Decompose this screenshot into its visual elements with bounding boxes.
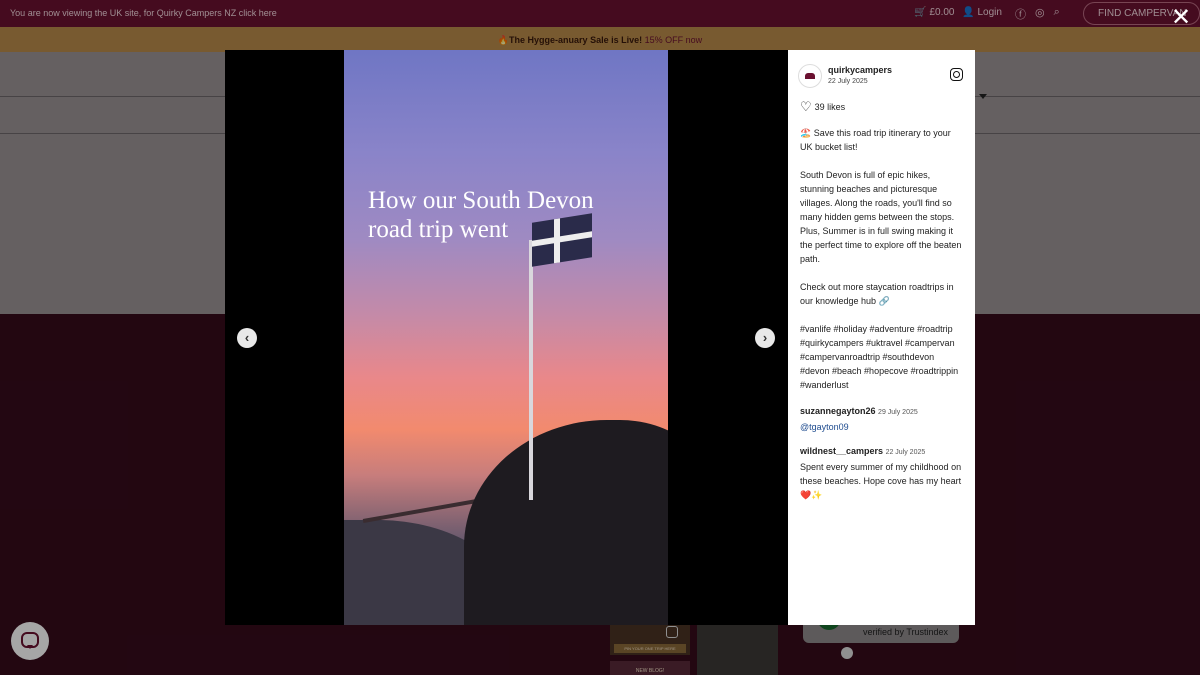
video-flagpole — [529, 240, 533, 500]
instagram-icon[interactable] — [950, 68, 963, 81]
comment-text: Spent every summer of my childhood on th… — [800, 462, 962, 500]
comment: wildnest__campers 22 July 2025 Spent eve… — [800, 444, 968, 502]
post-date: 22 July 2025 — [828, 78, 868, 85]
comment-date: 29 July 2025 — [878, 409, 918, 416]
post-caption: 🏖️ Save this road trip itinerary to your… — [800, 126, 965, 406]
comment-date: 22 July 2025 — [885, 449, 926, 456]
heart-icon[interactable]: ♡ — [800, 100, 812, 113]
video-text-line: road trip went — [368, 216, 509, 243]
video-text-line: How our South Devon — [368, 187, 594, 214]
comment-username[interactable]: suzannegayton26 — [800, 406, 876, 416]
caption-paragraph: Check out more staycation roadtrips in o… — [800, 282, 954, 306]
video-overlay-text: How our South Devon road trip went — [368, 186, 594, 244]
comment-text: @tgayton09 — [800, 422, 849, 432]
comment: suzannegayton26 29 July 2025 @tgayton09 — [800, 404, 968, 434]
comments-list: suzannegayton26 29 July 2025 @tgayton09 … — [800, 404, 968, 512]
next-post-button[interactable]: › — [755, 328, 775, 348]
previous-post-button[interactable]: ‹ — [237, 328, 257, 348]
post-media: How our South Devon road trip went ‹ › — [225, 50, 788, 625]
video-hill — [464, 420, 668, 625]
comment-username[interactable]: wildnest__campers — [800, 446, 883, 456]
post-details-panel: quirkycampers 22 July 2025 ♡ 39 likes 🏖️… — [788, 50, 975, 625]
caption-paragraph: 🏖️ Save this road trip itinerary to your… — [800, 128, 951, 152]
instagram-post-modal: How our South Devon road trip went ‹ › q… — [225, 50, 975, 625]
caption-paragraph: South Devon is full of epic hikes, stunn… — [800, 170, 962, 264]
avatar[interactable] — [798, 64, 822, 88]
likes-count: 39 likes — [814, 102, 846, 112]
caption-hashtags: #vanlife #holiday #adventure #roadtrip #… — [800, 324, 959, 390]
post-video[interactable]: How our South Devon road trip went — [344, 50, 668, 625]
close-icon[interactable]: ✕ — [1170, 6, 1192, 30]
likes-row: ♡ 39 likes — [800, 100, 845, 114]
